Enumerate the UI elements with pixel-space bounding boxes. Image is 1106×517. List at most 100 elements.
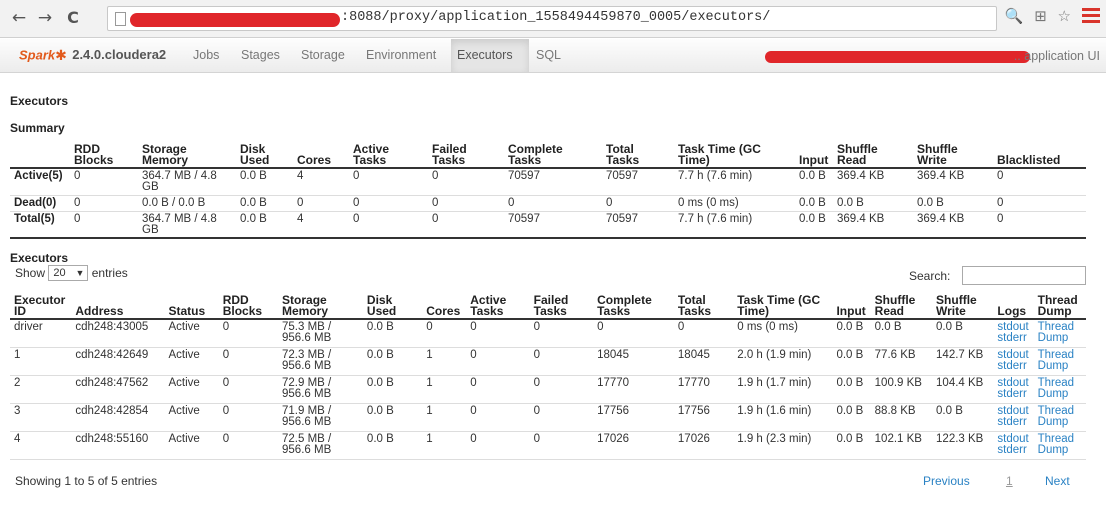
tab-environment[interactable]: Environment [360, 39, 442, 72]
summary-cell: 0.0 B / 0.0 B [142, 196, 206, 209]
reload-icon[interactable]: C [62, 7, 84, 29]
summary-header[interactable]: Active Tasks [349, 142, 428, 168]
summary-header[interactable]: Storage Memory [138, 142, 236, 168]
table-cell-disk: 0.0 B [366, 348, 394, 361]
summary-header[interactable]: Total Tasks [602, 142, 674, 168]
stdout-link[interactable]: stdout [997, 405, 1029, 417]
table-cell-swrite: 104.4 KB [936, 376, 984, 389]
column-header[interactable]: Total Tasks [674, 291, 733, 319]
summary-cell: 0.0 B [799, 196, 826, 209]
column-header[interactable]: Task Time (GC Time) [733, 291, 832, 319]
table-cell-swrite: 0.0 B [936, 404, 963, 417]
stdout-link[interactable]: stdout [997, 377, 1029, 389]
stdout-link[interactable]: stdout [997, 349, 1029, 361]
table-cell-id: 2 [14, 376, 21, 389]
page-1-button[interactable]: 1 [1006, 474, 1013, 488]
tab-storage[interactable]: Storage [295, 39, 351, 72]
zoom-translate-star-icons[interactable]: 🔍 ⊞ ☆ [1005, 7, 1074, 25]
summary-header[interactable]: Disk Used [236, 142, 293, 168]
summary-cell: Total(5) [14, 212, 55, 225]
summary-header[interactable]: Failed Tasks [428, 142, 504, 168]
summary-header[interactable] [10, 142, 70, 168]
table-cell-time: 0 ms (0 ms) [737, 321, 798, 333]
summary-cell: 0.0 B [837, 196, 864, 209]
stdout-link[interactable]: stdout [997, 433, 1029, 445]
table-cell-swrite: 0.0 B [936, 321, 963, 333]
stderr-link[interactable]: stderr [997, 444, 1029, 456]
tab-stages[interactable]: Stages [235, 39, 286, 72]
column-header[interactable]: Address [71, 291, 164, 319]
column-header[interactable]: Disk Used [363, 291, 422, 319]
stderr-link[interactable]: stderr [997, 332, 1029, 344]
back-icon[interactable]: ← [8, 7, 30, 29]
table-cell-thread-dump: Thread Dump [1034, 347, 1086, 375]
column-header[interactable]: Input [832, 291, 870, 319]
column-header[interactable]: Failed Tasks [530, 291, 593, 319]
stderr-link[interactable]: stderr [997, 388, 1029, 400]
summary-header[interactable]: Complete Tasks [504, 142, 602, 168]
tab-sql[interactable]: SQL [530, 39, 567, 72]
table-cell-active: 0 [470, 432, 477, 445]
search-input[interactable] [962, 266, 1086, 285]
summary-header[interactable]: Task Time (GC Time) [674, 142, 795, 168]
column-header[interactable]: Shuffle Read [871, 291, 932, 319]
table-cell-active: 0 [470, 404, 477, 417]
tab-jobs[interactable]: Jobs [187, 39, 225, 72]
thread-dump-link[interactable]: Thread Dump [1037, 404, 1082, 428]
summary-header[interactable]: Blacklisted [993, 142, 1086, 168]
redaction-mark [765, 51, 1030, 63]
thread-dump-link[interactable]: Thread Dump [1038, 377, 1082, 400]
table-cell-disk: 0.0 B [366, 376, 394, 389]
table-row: 3 cdh248:42854 Active 0 71.9 MB / 956.6 MB 0.… [10, 403, 1086, 431]
column-header[interactable]: Shuffle Write [932, 291, 993, 319]
executors-title: Executors [10, 251, 69, 265]
page-length-select[interactable]: 20 ▼ [48, 265, 89, 281]
forward-icon[interactable]: → [34, 7, 56, 29]
executors-header-row: Executor ID Address Status RDD Blocks St… [10, 291, 1086, 319]
summary-header[interactable]: Shuffle Read [833, 142, 913, 168]
summary-cell: 0 [997, 212, 1004, 225]
table-row: 4 cdh248:55160 Active 0 72.5 MB / 956.6 MB 0.… [10, 431, 1086, 459]
summary-cell: 4 [297, 212, 304, 225]
summary-cell: 0 [606, 196, 613, 209]
page-icon [115, 12, 126, 26]
summary-table: RDD Blocks Storage Memory Disk Used Core… [10, 142, 1086, 239]
summary-header[interactable]: Shuffle Write [913, 142, 993, 168]
address-bar[interactable]: :8088/proxy/application_1558494459870_00… [107, 6, 997, 31]
thread-dump-link[interactable]: Thread Dump [1038, 321, 1082, 344]
previous-button[interactable]: Previous [923, 474, 970, 488]
column-header[interactable]: Complete Tasks [593, 291, 674, 319]
table-cell-address: cdh248:42649 [75, 348, 149, 361]
application-ui-link[interactable]: .. application UI [1014, 49, 1100, 63]
thread-dump-link-text: Thread [1037, 404, 1075, 417]
column-header[interactable]: Executor ID [10, 291, 71, 319]
summary-cell: 0.0 B [240, 170, 267, 182]
summary-cell: 0.0 B [240, 196, 267, 209]
table-cell-total: 17770 [677, 376, 710, 389]
table-cell-swrite: 142.7 KB [936, 348, 984, 361]
table-cell-cores: 1 [426, 348, 433, 361]
thread-dump-link-text: Dump [1037, 443, 1069, 456]
browser-toolbar: ← → C :8088/proxy/application_1558494459… [0, 0, 1106, 38]
spark-logo[interactable]: Spark✱ 2.4.0.cloudera2 [19, 47, 166, 67]
tab-executors[interactable]: Executors [451, 39, 529, 72]
stderr-link[interactable]: stderr [997, 360, 1029, 372]
column-header[interactable]: RDD Blocks [219, 291, 278, 319]
summary-header[interactable]: Input [795, 142, 833, 168]
next-button[interactable]: Next [1045, 474, 1070, 488]
column-header[interactable]: Cores [422, 291, 466, 319]
column-header[interactable]: Active Tasks [466, 291, 529, 319]
thread-dump-link[interactable]: Thread Dump [1037, 433, 1082, 456]
summary-header[interactable]: Cores [293, 142, 349, 168]
stderr-link[interactable]: stderr [997, 416, 1029, 428]
column-header[interactable]: Storage Memory [278, 291, 363, 319]
table-cell-address: cdh248:55160 [75, 432, 149, 445]
column-header[interactable]: Status [164, 291, 218, 319]
menu-icon[interactable] [1082, 8, 1100, 24]
summary-header[interactable]: RDD Blocks [70, 142, 138, 168]
thread-dump-link-text: Thread [1037, 348, 1075, 361]
summary-cell: 0 [432, 170, 439, 182]
table-cell-cores: 0 [426, 321, 433, 333]
table-cell-rdd: 0 [222, 348, 230, 361]
thread-dump-link[interactable]: Thread Dump [1037, 348, 1082, 372]
